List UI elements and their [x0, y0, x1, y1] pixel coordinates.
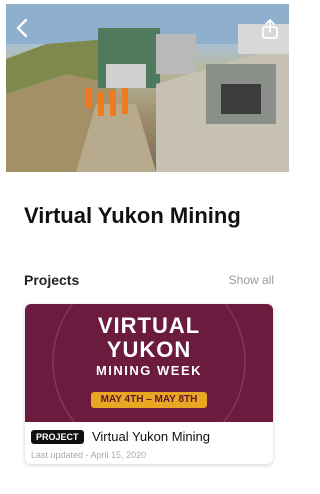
share-icon[interactable]: [259, 18, 281, 40]
project-card-title-row: PROJECT Virtual Yukon Mining: [31, 428, 271, 446]
hero-image: [6, 4, 289, 172]
banner-line-yukon: YUKON: [106, 337, 192, 362]
projects-heading: Projects: [24, 272, 80, 288]
mining-site-photo: [6, 4, 289, 172]
last-updated-text: Last updated - April 15, 2020: [31, 450, 147, 460]
banner-dates: MAY 4TH – MAY 8TH: [91, 392, 207, 408]
banner-title: VIRTUAL YUKON MINING WEEK: [25, 314, 273, 380]
project-badge: PROJECT: [31, 429, 84, 444]
project-card-body: PROJECT Virtual Yukon Mining Last update…: [31, 428, 271, 460]
banner-line-virtual: VIRTUAL: [97, 313, 201, 338]
project-banner: VIRTUAL YUKON MINING WEEK MAY 4TH – MAY …: [25, 304, 273, 422]
banner-line-mining-week: MINING WEEK: [95, 363, 203, 378]
projects-section-header: Projects Show all: [24, 272, 274, 290]
show-all-link[interactable]: Show all: [229, 273, 274, 287]
page-title: Virtual Yukon Mining: [24, 203, 241, 228]
project-card[interactable]: VIRTUAL YUKON MINING WEEK MAY 4TH – MAY …: [25, 304, 273, 464]
chevron-left-icon[interactable]: [16, 18, 32, 40]
project-card-title: Virtual Yukon Mining: [91, 429, 211, 445]
